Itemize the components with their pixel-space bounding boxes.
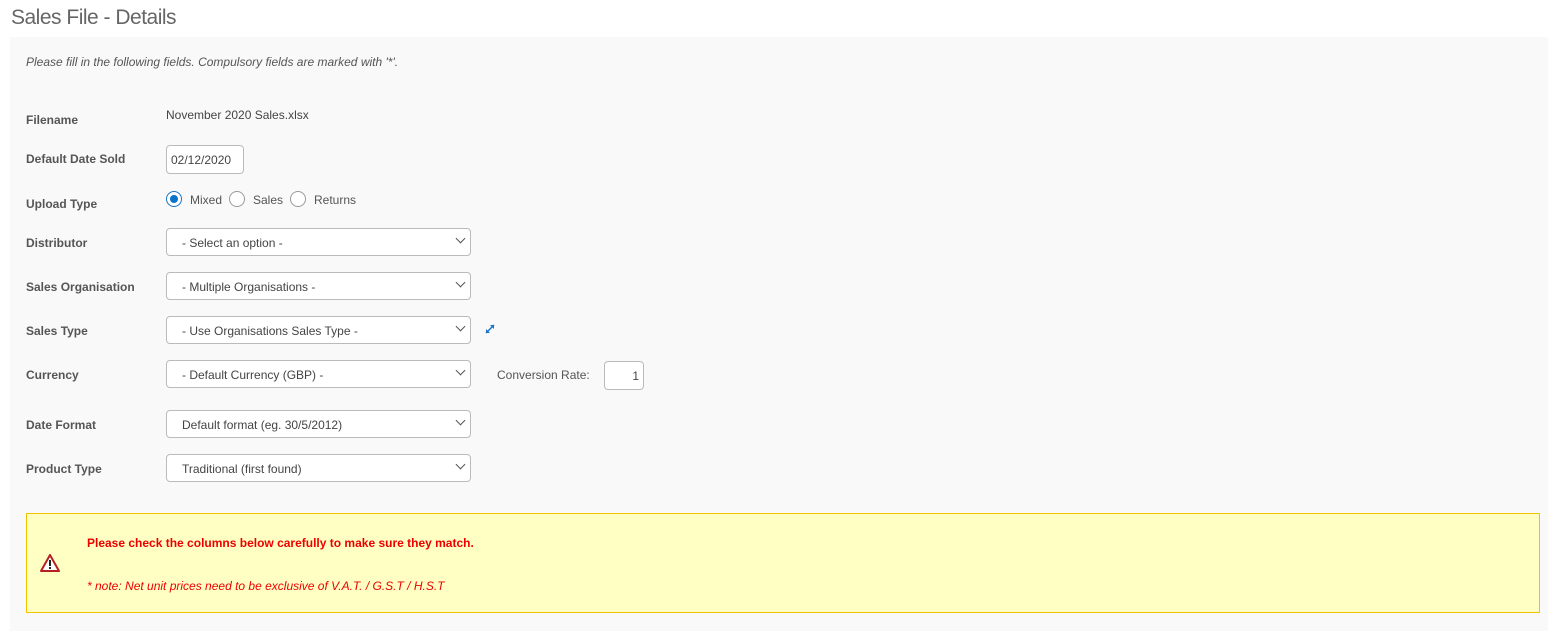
distributor-label: Distributor	[26, 236, 88, 250]
product-type-select[interactable]: Traditional (first found)	[166, 454, 471, 482]
date-sold-value: 02/12/2020	[171, 153, 232, 167]
sales-org-label: Sales Organisation	[26, 280, 135, 294]
date-format-value: Default format (eg. 30/5/2012)	[182, 418, 343, 432]
chevron-down-icon	[455, 233, 466, 244]
product-type-value: Traditional (first found)	[182, 462, 302, 476]
conversion-rate-label: Conversion Rate:	[497, 368, 590, 382]
currency-label: Currency	[26, 368, 79, 382]
distributor-select[interactable]: - Select an option -	[166, 228, 471, 256]
chevron-down-icon	[455, 321, 466, 332]
warning-triangle-icon	[40, 554, 60, 572]
conversion-rate-input[interactable]: 1	[604, 361, 644, 390]
chevron-down-icon	[455, 277, 466, 288]
warning-box: Please check the columns below carefully…	[26, 513, 1540, 613]
date-format-select[interactable]: Default format (eg. 30/5/2012)	[166, 410, 471, 438]
chevron-down-icon	[455, 365, 466, 376]
upload-type-label: Upload Type	[26, 197, 98, 211]
radio-mixed[interactable]	[166, 191, 182, 207]
radio-sales-label: Sales	[253, 193, 284, 207]
radio-sales[interactable]	[229, 191, 245, 207]
expand-arrows-icon[interactable]	[484, 323, 496, 335]
chevron-down-icon	[455, 415, 466, 426]
distributor-value: - Select an option -	[182, 236, 283, 250]
warning-note: * note: Net unit prices need to be exclu…	[87, 579, 445, 593]
radio-returns[interactable]	[290, 191, 306, 207]
sales-type-select[interactable]: - Use Organisations Sales Type -	[166, 316, 471, 344]
chevron-down-icon	[455, 459, 466, 470]
date-format-label: Date Format	[26, 418, 97, 432]
sales-type-value: - Use Organisations Sales Type -	[182, 324, 358, 338]
currency-select[interactable]: - Default Currency (GBP) -	[166, 360, 471, 388]
radio-mixed-label: Mixed	[190, 193, 223, 207]
date-sold-input[interactable]: 02/12/2020	[166, 145, 244, 174]
intro-text: Please fill in the following fields. Com…	[26, 55, 399, 69]
filename-label: Filename	[26, 113, 79, 127]
filename-value: November 2020 Sales.xlsx	[166, 108, 309, 122]
sales-org-value: - Multiple Organisations -	[182, 280, 316, 294]
date-sold-label: Default Date Sold	[26, 152, 126, 166]
sales-org-select[interactable]: - Multiple Organisations -	[166, 272, 471, 300]
sales-type-label: Sales Type	[26, 324, 88, 338]
page-title: Sales File - Details	[11, 6, 177, 29]
product-type-label: Product Type	[26, 462, 102, 476]
currency-value: - Default Currency (GBP) -	[182, 368, 324, 382]
conversion-rate-value: 1	[632, 369, 639, 383]
warning-title: Please check the columns below carefully…	[87, 536, 474, 550]
radio-returns-label: Returns	[314, 193, 357, 207]
